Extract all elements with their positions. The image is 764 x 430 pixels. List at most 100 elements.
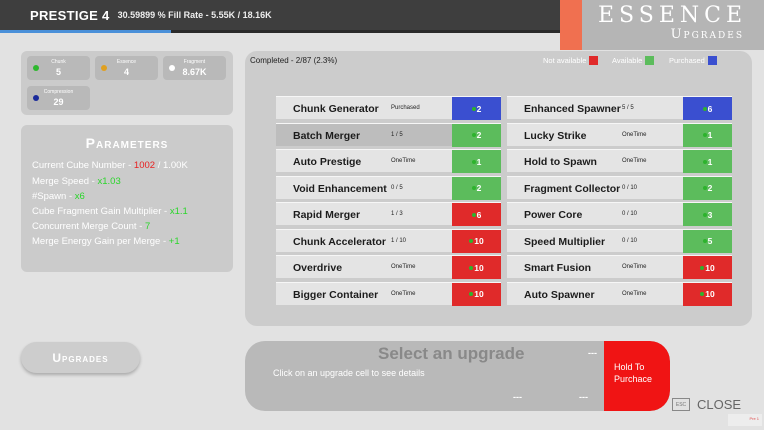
upgrade-cost: 3 bbox=[707, 209, 713, 220]
hold-button-label: Hold To Purchace bbox=[614, 362, 653, 384]
upgrade-name: Rapid Merger bbox=[293, 209, 361, 221]
chunk-icon bbox=[469, 292, 474, 296]
upgrades-button[interactable]: Upgrades bbox=[21, 342, 140, 373]
upgrade-progress: 0 / 10 bbox=[622, 237, 638, 244]
upgrade-cost: 5 bbox=[707, 236, 713, 246]
upgrade-progress: OneTime bbox=[622, 290, 647, 297]
upgrade-progress: 1 / 10 bbox=[391, 237, 407, 244]
upgrade-progress: 0 / 10 bbox=[622, 184, 638, 191]
resource-value: 5 bbox=[55, 67, 61, 77]
upgrade-progress: 0 / 5 bbox=[391, 184, 403, 191]
upgrade-cost-badge: 2 bbox=[452, 97, 501, 120]
upgrade-cost-badge: 6 bbox=[452, 203, 501, 226]
detail-placeholder-right: --- bbox=[579, 392, 588, 402]
upgrade-cost-badge: 2 bbox=[452, 123, 501, 147]
chunk-icon bbox=[471, 159, 476, 164]
upgrade-progress: 1 / 3 bbox=[391, 211, 403, 217]
upgrade-cost-badge: 10 bbox=[683, 282, 732, 306]
upgrade-cell[interactable]: Auto Spawner OneTime 10 bbox=[507, 281, 732, 306]
parameters-panel: Parameters Current Cube Number - 1002 / … bbox=[21, 125, 233, 272]
resource-label: Chunk bbox=[51, 59, 66, 65]
upgrade-cell[interactable]: Hold to Spawn OneTime 1 bbox=[507, 149, 732, 173]
param-energy-gain: Merge Energy Gain per Merge - +1 bbox=[32, 236, 180, 247]
upgrade-cost-badge: 5 bbox=[683, 229, 732, 253]
upgrades-panel: Completed - 2/87 (2.3%) Not available Av… bbox=[245, 51, 752, 326]
upgrade-detail-panel: Select an upgrade Click on an upgrade ce… bbox=[245, 341, 670, 411]
param-value: x1.03 bbox=[97, 176, 121, 187]
upgrade-cell[interactable]: Speed Multiplier 0 / 10 5 bbox=[507, 228, 732, 253]
upgrade-progress: OneTime bbox=[391, 158, 416, 164]
param-value: x1.1 bbox=[169, 206, 188, 217]
param-label: Cube Fragment Gain Multiplier - bbox=[32, 206, 170, 217]
chunk-icon bbox=[702, 133, 707, 137]
chunk-icon bbox=[471, 106, 476, 111]
chunk-icon bbox=[471, 186, 476, 190]
upgrade-cost-badge: 1 bbox=[683, 123, 732, 147]
upgrade-cost: 2 bbox=[476, 183, 482, 193]
upgrade-cell[interactable]: Overdrive OneTime 10 bbox=[276, 255, 501, 279]
fill-progress-bar bbox=[0, 30, 172, 33]
upgrade-cell[interactable]: Fragment Collector 0 / 10 2 bbox=[507, 175, 732, 200]
param-value: 1002 bbox=[133, 160, 156, 171]
param-label: Concurrent Merge Count - bbox=[32, 221, 145, 232]
detail-placeholder-left: --- bbox=[513, 392, 522, 402]
upgrade-cost: 1 bbox=[707, 156, 713, 167]
upgrade-progress: OneTime bbox=[622, 131, 647, 138]
chunk-icon bbox=[702, 212, 707, 217]
detail-placeholder-top: --- bbox=[588, 348, 597, 358]
param-spawn: #Spawn - x6 bbox=[32, 191, 85, 202]
completed-counter: Completed - 2/87 (2.3%) bbox=[250, 56, 338, 65]
upgrade-cost: 10 bbox=[705, 289, 715, 299]
upgrade-progress: 5 / 5 bbox=[622, 105, 634, 111]
chunk-icon bbox=[702, 106, 707, 111]
param-concurrent-merge: Concurrent Merge Count - 7 bbox=[32, 221, 150, 232]
upgrade-name: Smart Fusion bbox=[524, 262, 592, 274]
fill-rate-text: 30.59899 % Fill Rate - 5.55K / 18.16K bbox=[117, 10, 272, 20]
chunk-icon bbox=[471, 133, 476, 137]
resource-value: 8.67K bbox=[182, 67, 207, 77]
upgrade-cell[interactable]: Batch Merger 1 / 5 2 bbox=[276, 122, 501, 147]
upgrade-progress: OneTime bbox=[622, 264, 647, 270]
upgrade-name: Lucky Strike bbox=[524, 129, 587, 142]
hold-to-purchase-button[interactable]: Hold To Purchace bbox=[604, 341, 670, 411]
upgrade-cell[interactable]: Power Core 0 / 10 3 bbox=[507, 202, 732, 226]
resource-fragment: Fragment 8.67K bbox=[163, 56, 226, 80]
resources-panel: Chunk 5 Essence 4 Fragment 8.67K Compres… bbox=[21, 51, 233, 115]
upgrade-cell[interactable]: Enhanced Spawner 5 / 5 6 bbox=[507, 96, 732, 120]
upgrade-name: Enhanced Spawner bbox=[524, 103, 621, 115]
upgrade-progress: OneTime bbox=[622, 158, 647, 164]
upgrade-cell[interactable]: Auto Prestige OneTime 1 bbox=[276, 149, 501, 173]
close-button[interactable]: ESC CLOSE bbox=[672, 397, 741, 412]
upgrade-cell[interactable]: Smart Fusion OneTime 10 bbox=[507, 255, 732, 279]
upgrade-name: Void Enhancement bbox=[293, 182, 387, 195]
version-tag: Pre 1 bbox=[728, 414, 762, 426]
upgrade-cost-badge: 10 bbox=[452, 282, 501, 306]
upgrade-cost-badge: 1 bbox=[452, 150, 501, 173]
upgrade-cost: 2 bbox=[476, 130, 482, 140]
legend-label: Purchased bbox=[669, 56, 705, 65]
accent-strip bbox=[560, 0, 582, 50]
param-cube-number: Current Cube Number - 1002 / 1.00K bbox=[32, 160, 188, 171]
chunk-icon bbox=[700, 292, 705, 296]
param-value: 7 bbox=[145, 221, 151, 232]
param-label: Current Cube Number - bbox=[32, 160, 134, 171]
param-label: #Spawn - bbox=[32, 191, 75, 202]
legend-not-available: Not available bbox=[543, 56, 599, 65]
param-value: x6 bbox=[74, 191, 85, 202]
upgrade-cell[interactable]: Lucky Strike OneTime 1 bbox=[507, 122, 732, 147]
upgrade-cost-badge: 3 bbox=[683, 203, 732, 226]
upgrade-cell[interactable]: Rapid Merger 1 / 3 6 bbox=[276, 202, 501, 226]
upgrade-name: Overdrive bbox=[293, 262, 343, 274]
resource-value: 4 bbox=[123, 67, 129, 77]
upgrade-cell[interactable]: Chunk Generator Purchased 2 bbox=[276, 96, 501, 120]
legend-available: Available bbox=[612, 56, 655, 65]
upgrade-cell[interactable]: Bigger Container OneTime 10 bbox=[276, 281, 501, 306]
resource-label: Compression bbox=[43, 89, 74, 95]
chunk-icon bbox=[471, 212, 476, 217]
legend-label: Available bbox=[612, 56, 643, 65]
chunk-icon bbox=[700, 265, 705, 270]
chunk-icon bbox=[469, 265, 474, 270]
upgrade-cell[interactable]: Void Enhancement 0 / 5 2 bbox=[276, 175, 501, 200]
upgrade-cost: 10 bbox=[474, 262, 484, 273]
upgrade-cell[interactable]: Chunk Accelerator 1 / 10 10 bbox=[276, 228, 501, 253]
